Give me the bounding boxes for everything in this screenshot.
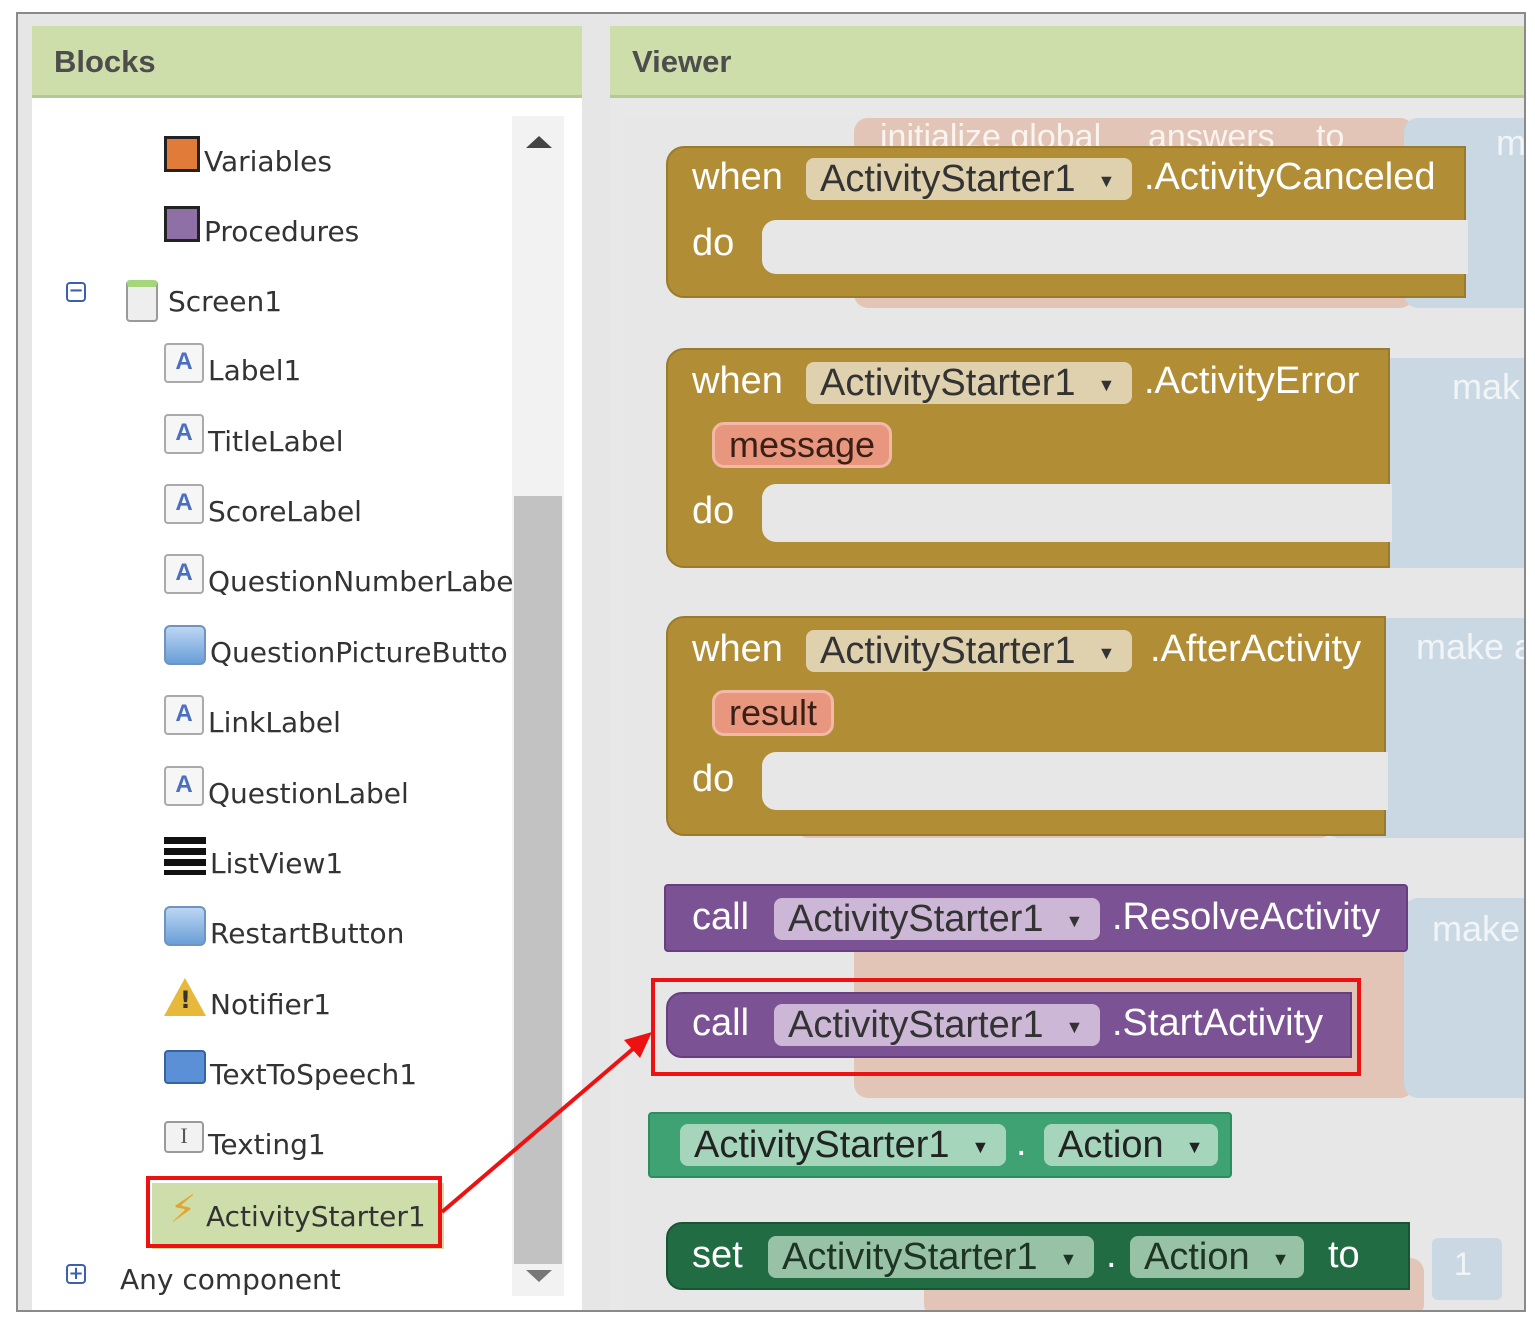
annotation-arrow bbox=[440, 1032, 652, 1214]
